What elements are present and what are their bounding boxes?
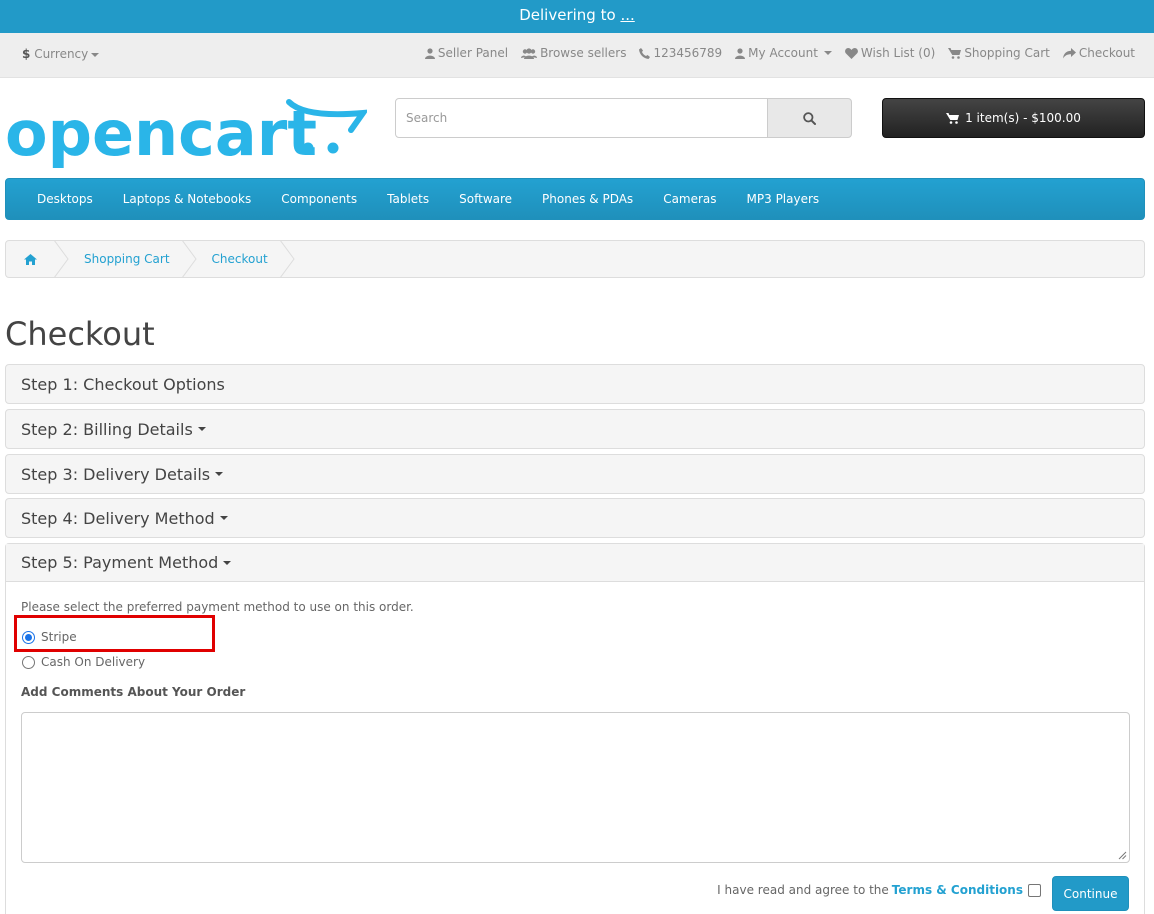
phone-icon [639,47,651,59]
phone-label: 123456789 [653,46,723,60]
logo-text: opencart [5,98,317,170]
step-2-billing-details[interactable]: Step 2: Billing Details [5,409,1145,449]
menu-item-phones[interactable]: Phones & PDAs [527,192,648,206]
step-2-title: Step 2: Billing Details [21,419,193,439]
resize-handle-icon[interactable] [1118,851,1127,860]
step-1-title: Step 1: Checkout Options [21,374,225,394]
step-3-title: Step 3: Delivery Details [21,464,211,484]
cod-label: Cash On Delivery [41,655,146,669]
seller-panel-link[interactable]: Seller Panel [424,46,509,60]
search-icon [803,111,816,125]
opencart-logo[interactable]: opencart [5,98,367,170]
stripe-radio[interactable] [22,630,35,644]
step-4-delivery-method[interactable]: Step 4: Delivery Method [5,498,1145,538]
step-1-checkout-options[interactable]: Step 1: Checkout Options [5,364,1145,404]
caret-down-icon [823,51,832,55]
browse-sellers-label: Browse sellers [540,46,627,60]
top-links: Seller Panel Browse sellers 123456789 My… [424,46,1135,60]
step-4-title: Step 4: Delivery Method [21,508,215,528]
category-menu: Desktops Laptops & Notebooks Components … [5,178,1145,220]
delivery-bar: Delivering to ... [0,0,1154,33]
breadcrumb: Shopping Cart Checkout [5,240,1145,278]
page-title: Checkout [5,315,155,353]
menu-item-desktops[interactable]: Desktops [22,192,108,206]
checkout-label: Checkout [1078,46,1135,60]
terms-agreement: I have read and agree to the Terms & Con… [717,883,1041,897]
delivery-prefix: Delivering to [519,6,616,24]
browse-sellers-link[interactable]: Browse sellers [521,46,626,60]
seller-panel-label: Seller Panel [437,46,509,60]
currency-dropdown[interactable]: $ Currency [22,47,100,61]
cart-total: 1 item(s) - $100.00 [965,111,1081,125]
cod-radio[interactable] [22,655,35,669]
breadcrumb-separator [181,240,200,278]
caret-down-icon [197,427,206,431]
shopping-cart-label: Shopping Cart [964,46,1050,60]
my-account-label: My Account [748,46,818,60]
cart-icon [946,112,960,124]
home-icon [23,253,37,265]
menu-item-laptops[interactable]: Laptops & Notebooks [108,192,266,206]
step-5-payment-method: Step 5: Payment Method Please select the… [5,543,1145,914]
share-icon [1062,47,1076,58]
search-bar [395,98,852,138]
breadcrumb-separator [279,240,298,278]
wish-list-link[interactable]: Wish List (0) [844,46,936,60]
stripe-label: Stripe [41,630,77,644]
comments-textarea[interactable] [21,712,1130,863]
breadcrumb-home[interactable] [6,241,54,277]
cart-button[interactable]: 1 item(s) - $100.00 [882,98,1145,138]
checkout-link[interactable]: Checkout [1062,46,1135,60]
caret-down-icon [91,52,100,57]
search-input[interactable] [395,98,768,138]
wish-list-label: Wish List (0) [860,46,936,60]
user-icon [735,47,746,59]
dollar-icon: $ [22,47,31,61]
phone-link[interactable]: 123456789 [639,46,722,60]
payment-option-cod[interactable]: Cash On Delivery [22,655,145,669]
breadcrumb-checkout[interactable]: Checkout [200,241,280,277]
menu-item-components[interactable]: Components [266,192,372,206]
step-3-delivery-details[interactable]: Step 3: Delivery Details [5,454,1145,494]
breadcrumb-separator [54,240,72,278]
shopping-cart-link[interactable]: Shopping Cart [948,46,1050,60]
payment-intro: Please select the preferred payment meth… [21,600,414,614]
my-account-dropdown[interactable]: My Account [735,46,832,60]
delivery-location-link[interactable]: ... [620,6,634,24]
payment-option-stripe[interactable]: Stripe [22,630,77,644]
comments-label: Add Comments About Your Order [21,685,246,699]
continue-button[interactable]: Continue [1052,876,1129,911]
heart-icon [844,47,858,59]
users-icon [521,47,538,59]
step-5-title: Step 5: Payment Method [21,553,219,572]
top-bar: $ Currency Seller Panel Browse sellers 1… [0,33,1154,78]
user-icon [424,47,435,59]
caret-down-icon [219,516,228,520]
agree-text: I have read and agree to the [717,883,889,897]
step-5-header[interactable]: Step 5: Payment Method [6,544,1144,582]
menu-item-software[interactable]: Software [444,192,527,206]
menu-item-cameras[interactable]: Cameras [648,192,731,206]
breadcrumb-shopping-cart[interactable]: Shopping Cart [72,241,182,277]
menu-item-mp3-players[interactable]: MP3 Players [732,192,835,206]
cart-icon [948,47,962,59]
terms-link[interactable]: Terms & Conditions [892,883,1023,897]
caret-down-icon [223,560,232,565]
caret-down-icon [215,472,224,476]
terms-checkbox[interactable] [1028,883,1041,897]
menu-item-tablets[interactable]: Tablets [372,192,444,206]
currency-label: Currency [34,47,89,61]
search-button[interactable] [767,98,852,138]
